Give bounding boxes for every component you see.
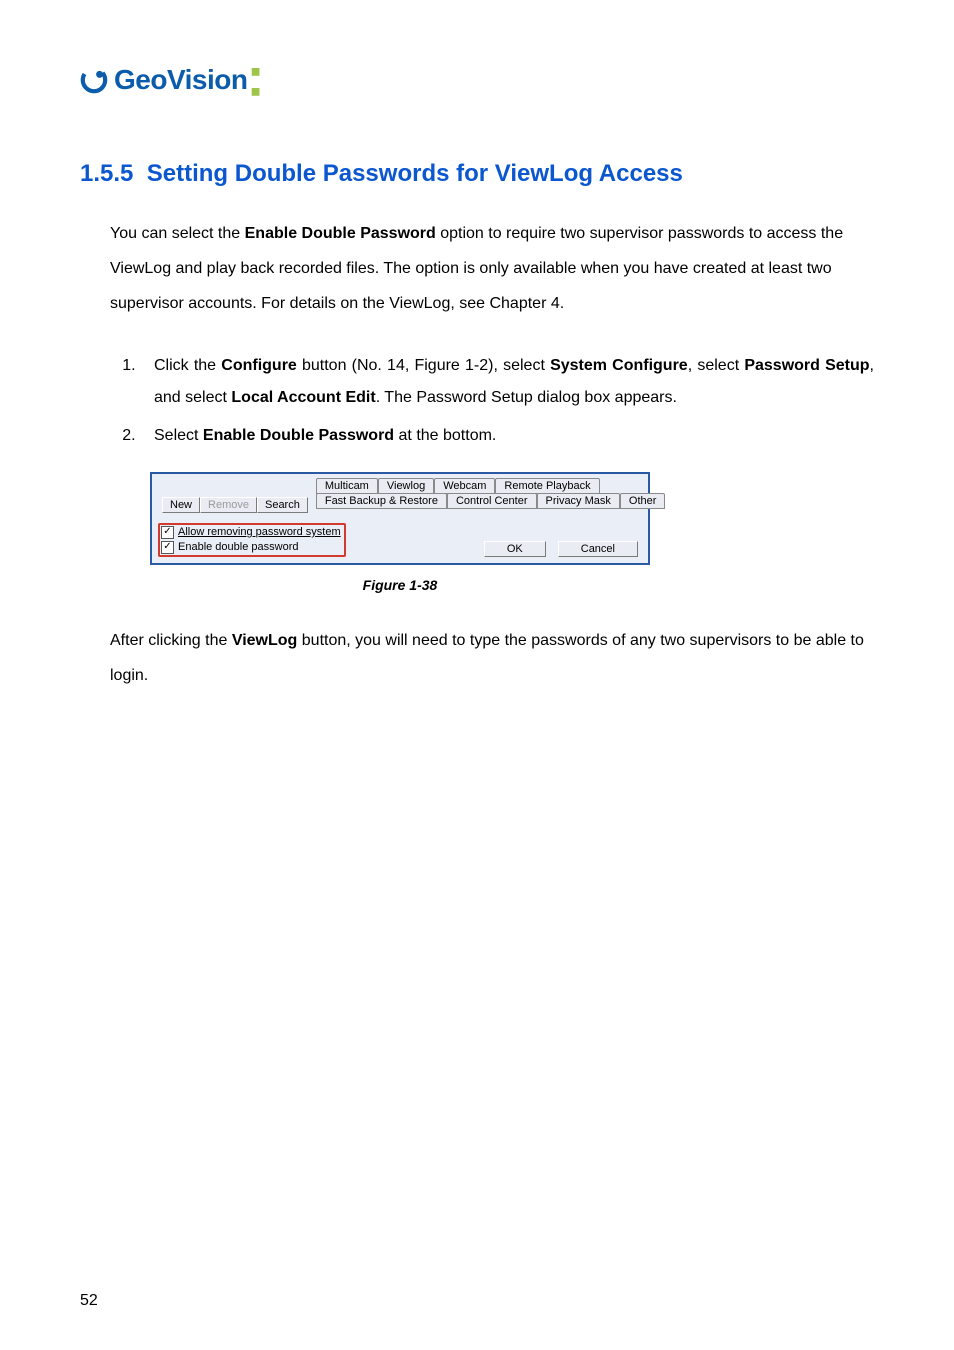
- tab-row-1: Multicam Viewlog Webcam Remote Playback: [316, 478, 666, 494]
- cancel-button[interactable]: Cancel: [558, 541, 638, 557]
- tabs-area: Multicam Viewlog Webcam Remote Playback …: [316, 478, 666, 508]
- tab-multicam[interactable]: Multicam: [316, 478, 378, 494]
- closing-paragraph: After clicking the ViewLog button, you w…: [110, 623, 874, 693]
- figure-caption: Figure 1-38: [150, 577, 650, 593]
- step-2: Select Enable Double Password at the bot…: [140, 420, 874, 452]
- tab-viewlog[interactable]: Viewlog: [378, 478, 434, 494]
- section-heading: 1.5.5 Setting Double Passwords for ViewL…: [80, 160, 874, 188]
- tab-remote-playback[interactable]: Remote Playback: [495, 478, 599, 494]
- remove-button[interactable]: Remove: [200, 497, 257, 513]
- tab-control-center[interactable]: Control Center: [447, 493, 537, 509]
- intro-paragraph: You can select the Enable Double Passwor…: [110, 216, 874, 322]
- password-setup-dialog: New Remove Search Multicam Viewlog Webca…: [150, 472, 650, 565]
- checkbox-icon: ✓: [161, 526, 174, 539]
- checkbox-label: Allow removing password system: [178, 526, 341, 538]
- ok-button[interactable]: OK: [484, 541, 546, 557]
- logo-accent: ▪▪: [249, 60, 261, 100]
- steps-list: Click the Configure button (No. 14, Figu…: [110, 350, 874, 452]
- new-button[interactable]: New: [162, 497, 200, 513]
- dialog-figure: New Remove Search Multicam Viewlog Webca…: [150, 472, 874, 565]
- enable-double-password-checkbox[interactable]: ✓ Enable double password: [161, 541, 341, 554]
- highlight-box: ✓ Allow removing password system ✓ Enabl…: [158, 523, 346, 557]
- ok-cancel-group: OK Cancel: [484, 541, 638, 557]
- page-number: 52: [80, 1292, 98, 1310]
- section-number: 1.5.5: [80, 160, 133, 187]
- logo-text: GeoVision: [114, 64, 247, 96]
- logo-icon: [80, 66, 108, 94]
- left-button-group: New Remove Search: [162, 497, 308, 513]
- step-1: Click the Configure button (No. 14, Figu…: [140, 350, 874, 414]
- tab-other[interactable]: Other: [620, 493, 666, 509]
- checkbox-icon: ✓: [161, 541, 174, 554]
- allow-removing-checkbox[interactable]: ✓ Allow removing password system: [161, 526, 341, 539]
- tab-fast-backup[interactable]: Fast Backup & Restore: [316, 493, 447, 509]
- checkbox-label: Enable double password: [178, 541, 298, 553]
- tab-privacy-mask[interactable]: Privacy Mask: [537, 493, 620, 509]
- tab-webcam[interactable]: Webcam: [434, 478, 495, 494]
- brand-logo: GeoVision ▪▪: [80, 60, 874, 100]
- section-title: Setting Double Passwords for ViewLog Acc…: [147, 160, 683, 187]
- tab-row-2: Fast Backup & Restore Control Center Pri…: [316, 493, 666, 509]
- search-button[interactable]: Search: [257, 497, 308, 513]
